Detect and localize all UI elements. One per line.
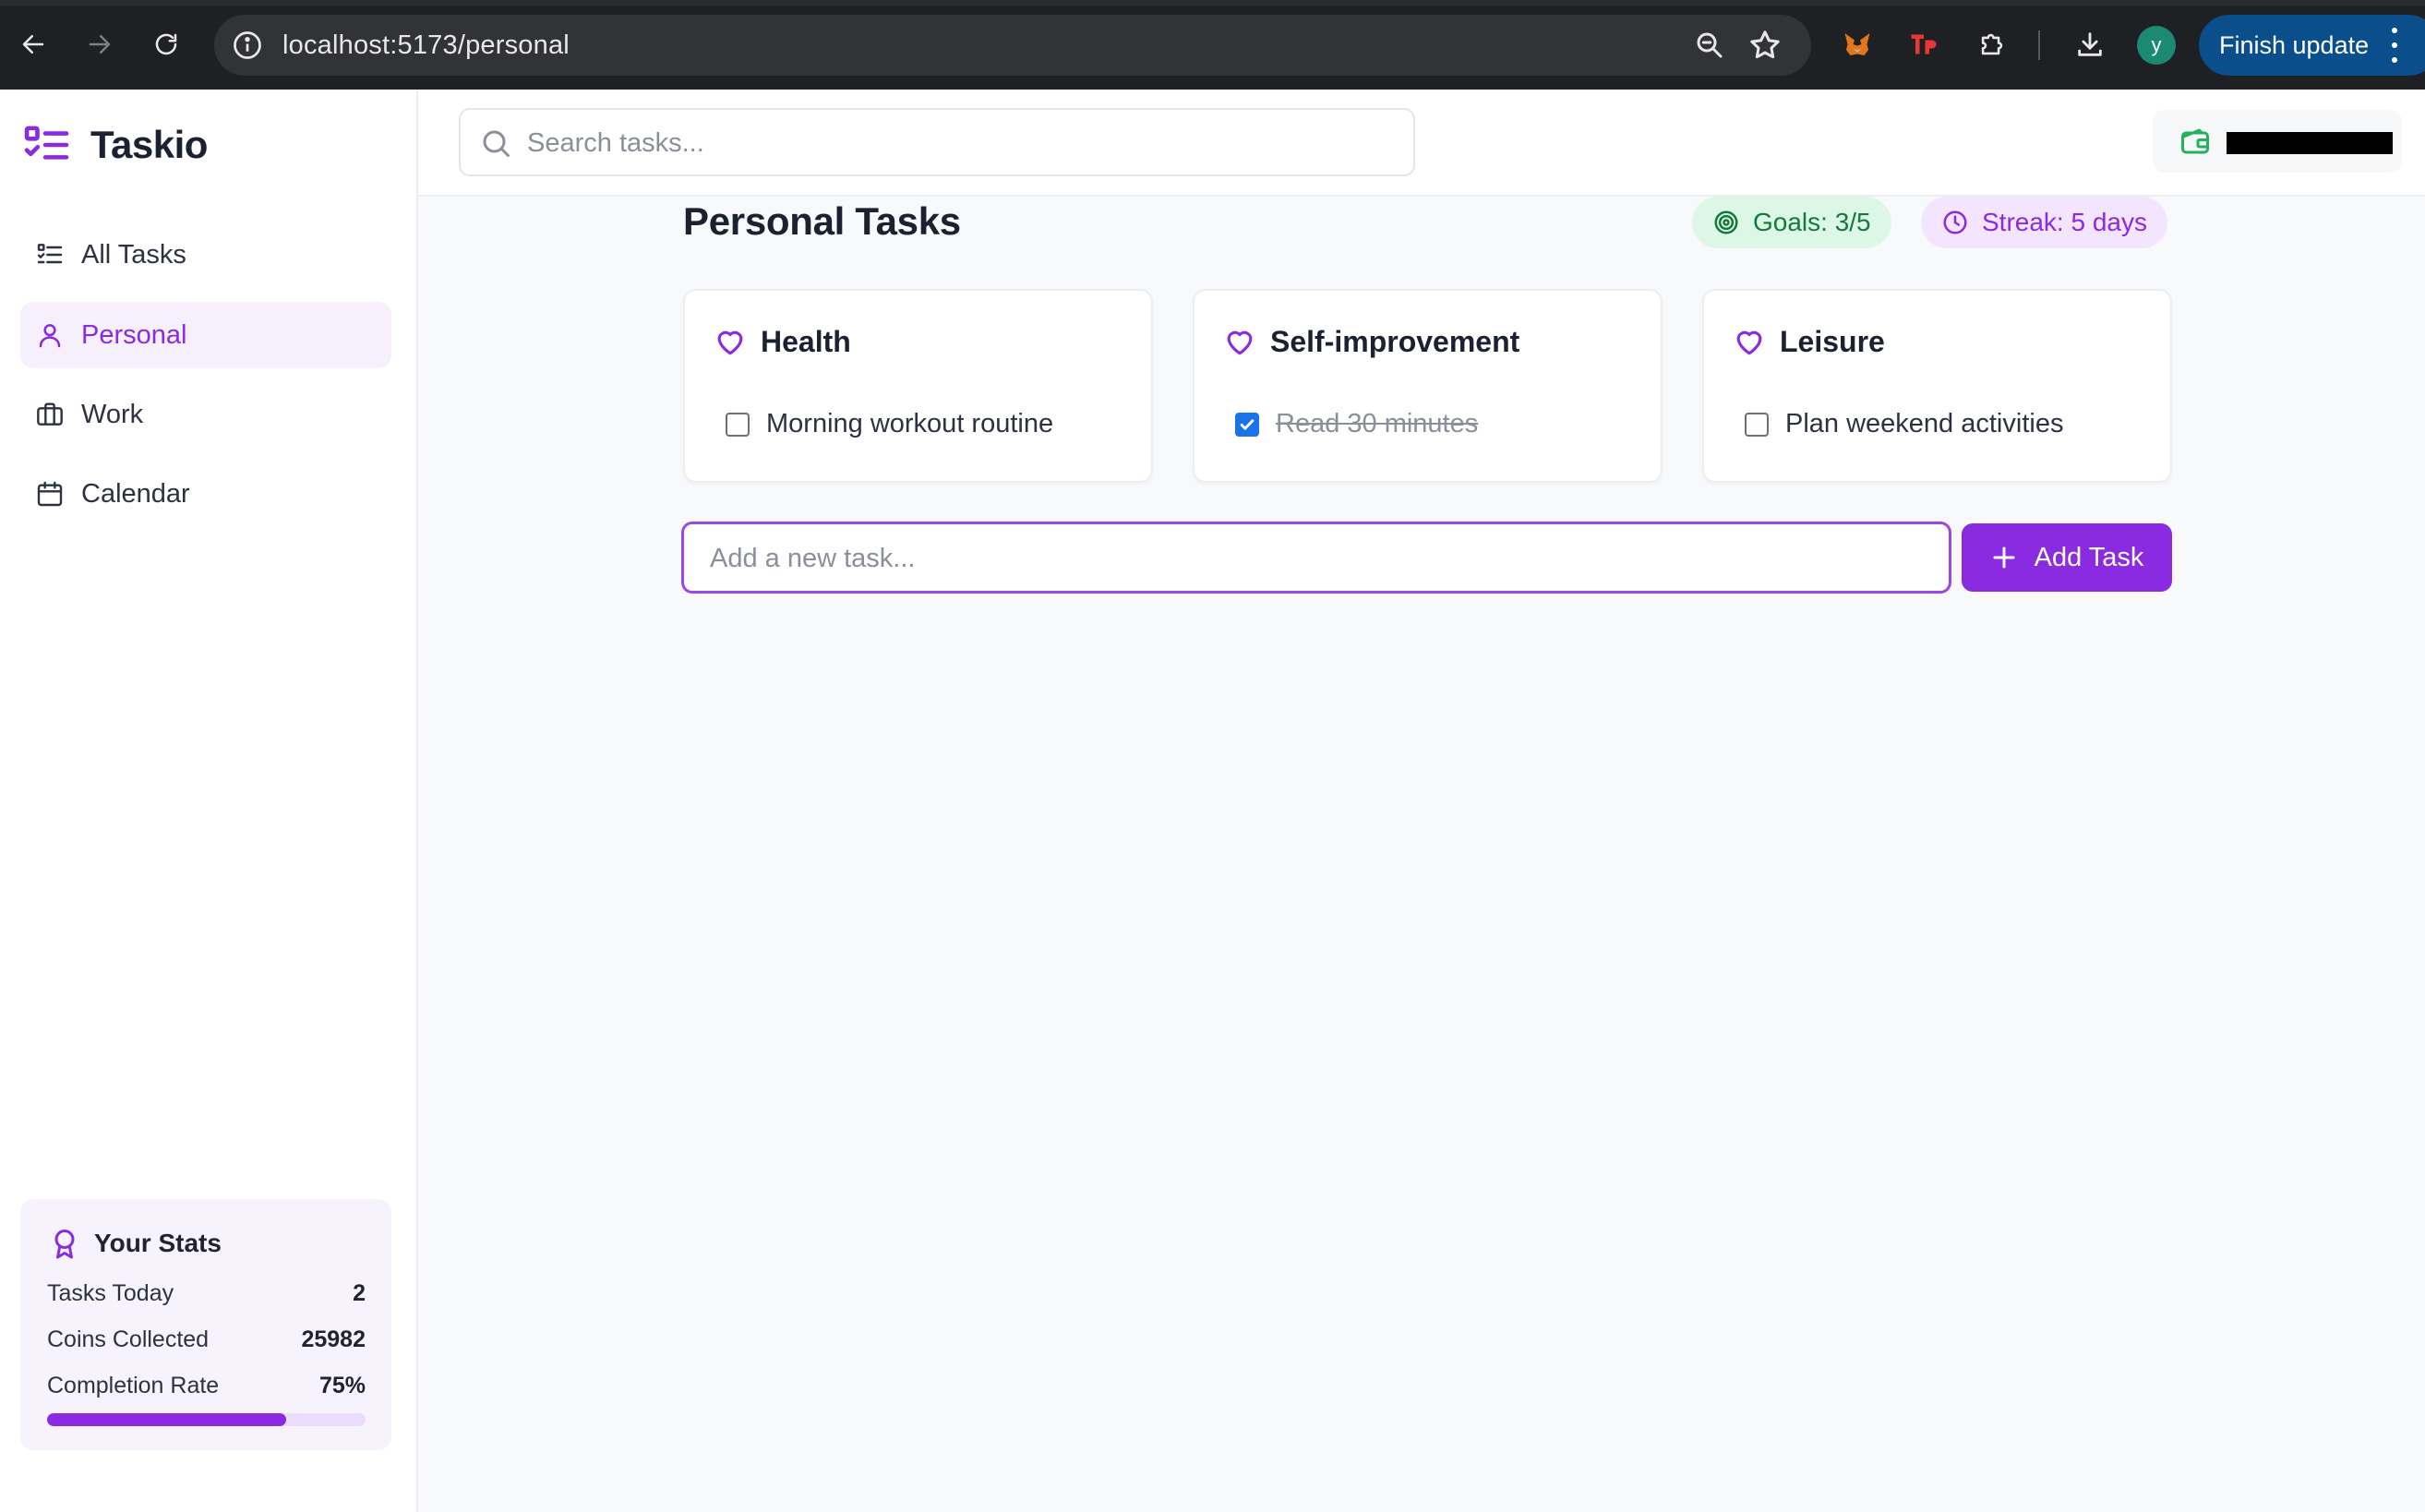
sidebar-item-label: Personal bbox=[81, 319, 187, 350]
zoom-icon[interactable] bbox=[1693, 29, 1726, 62]
search-icon bbox=[483, 130, 510, 157]
tab-strip-edge bbox=[0, 0, 2425, 6]
category-title-text: Health bbox=[761, 324, 851, 358]
checkmark-icon bbox=[1240, 418, 1255, 430]
heart-icon bbox=[717, 330, 743, 355]
add-task-button[interactable]: Add Task bbox=[1962, 523, 2172, 592]
stats-panel: Your Stats Tasks Today 2 Coins Collected… bbox=[20, 1199, 391, 1450]
download-icon bbox=[2078, 32, 2102, 56]
wallet-button[interactable] bbox=[2153, 110, 2402, 173]
sidebar-item-all-tasks[interactable]: All Tasks bbox=[20, 222, 391, 288]
completion-progress-bar bbox=[47, 1413, 366, 1426]
stat-value: 25982 bbox=[301, 1326, 366, 1352]
task-item: Morning workout routine bbox=[726, 409, 1053, 439]
user-icon bbox=[33, 318, 66, 352]
category-title-text: Self-improvement bbox=[1270, 324, 1520, 358]
completion-progress-fill bbox=[47, 1413, 286, 1426]
stat-label: Coins Collected bbox=[47, 1326, 210, 1352]
new-task-input[interactable] bbox=[710, 537, 1910, 580]
url-text[interactable]: localhost:5173/personal bbox=[282, 30, 570, 61]
stat-label: Tasks Today bbox=[47, 1280, 174, 1306]
finish-update-label: Finish update bbox=[2219, 30, 2370, 59]
task-item: Plan weekend activities bbox=[1745, 409, 2063, 439]
app-name: Taskio bbox=[90, 123, 208, 166]
app-logo[interactable]: Taskio bbox=[24, 123, 208, 167]
back-arrow-icon bbox=[22, 35, 44, 54]
category-title: Self-improvement bbox=[1222, 324, 1519, 359]
extensions-button[interactable] bbox=[1972, 24, 2012, 65]
new-task-field[interactable] bbox=[681, 522, 1951, 594]
task-label: Morning workout routine bbox=[766, 409, 1054, 438]
category-card-leisure: Leisure Plan weekend activities bbox=[1702, 289, 2172, 483]
category-title: Leisure bbox=[1732, 324, 1885, 359]
sidebar-item-calendar[interactable]: Calendar bbox=[20, 461, 391, 527]
sidebar-item-label: Work bbox=[81, 399, 144, 429]
redacted-wallet-address bbox=[2227, 132, 2393, 154]
task-checkbox-checked[interactable] bbox=[1235, 412, 1259, 437]
sidebar-item-personal[interactable]: Personal bbox=[20, 302, 391, 368]
streak-badge: Streak: 5 days bbox=[1921, 197, 2167, 248]
fox-icon bbox=[1844, 33, 1870, 55]
list-icon bbox=[33, 238, 66, 271]
page-title: Personal Tasks bbox=[683, 199, 961, 243]
task-checkbox[interactable] bbox=[726, 412, 750, 437]
category-title-text: Leisure bbox=[1780, 324, 1885, 358]
clock-icon bbox=[1943, 210, 1967, 234]
address-bar[interactable]: localhost:5173/personal bbox=[214, 15, 1811, 76]
plus-icon bbox=[1993, 546, 2015, 569]
task-label-completed: Read 30 minutes bbox=[1276, 409, 1479, 438]
checklist-logo-icon bbox=[24, 126, 69, 160]
search-box[interactable] bbox=[459, 108, 1415, 176]
top-header bbox=[418, 90, 2425, 197]
forward-arrow-icon bbox=[89, 35, 111, 54]
profile-avatar[interactable]: y bbox=[2137, 26, 2176, 65]
browser-toolbar: localhost:5173/personal y Finish update bbox=[0, 0, 2425, 90]
tp-logo-icon bbox=[1911, 34, 1937, 54]
reload-button[interactable] bbox=[146, 24, 186, 65]
category-card-self-improvement: Self-improvement Read 30 minutes bbox=[1193, 289, 1663, 483]
sidebar-item-work[interactable]: Work bbox=[20, 381, 391, 448]
stat-value: 75% bbox=[318, 1373, 366, 1398]
streak-text: Streak: 5 days bbox=[1982, 208, 2147, 236]
sidebar-item-label: Calendar bbox=[81, 478, 190, 509]
stat-label: Completion Rate bbox=[47, 1373, 220, 1398]
reload-icon bbox=[155, 33, 177, 55]
metamask-extension-button[interactable] bbox=[1837, 24, 1878, 65]
stats-title: Your Stats bbox=[94, 1229, 222, 1257]
category-card-health: Health Morning workout routine bbox=[683, 289, 1153, 483]
heart-icon bbox=[1736, 330, 1762, 355]
wallet-icon bbox=[2181, 128, 2209, 154]
sidebar: Taskio All Tasks Personal Work Calendar … bbox=[0, 90, 418, 1512]
search-input[interactable] bbox=[527, 121, 1395, 165]
stat-row-completion: Completion Rate 75% bbox=[47, 1373, 366, 1399]
bookmark-star-icon[interactable] bbox=[1747, 27, 1783, 64]
back-button[interactable] bbox=[13, 24, 54, 65]
award-icon bbox=[54, 1230, 75, 1259]
goals-text: Goals: 3/5 bbox=[1753, 208, 1871, 236]
tp-extension-button[interactable] bbox=[1903, 24, 1944, 65]
add-task-label: Add Task bbox=[2034, 542, 2144, 572]
stat-row-coins: Coins Collected 25982 bbox=[47, 1326, 366, 1353]
calendar-icon bbox=[33, 477, 66, 510]
puzzle-icon bbox=[1981, 33, 2003, 55]
downloads-button[interactable] bbox=[2070, 24, 2110, 65]
browser-menu-icon[interactable] bbox=[2389, 28, 2400, 63]
stat-row-tasks-today: Tasks Today 2 bbox=[47, 1280, 366, 1307]
target-icon bbox=[1714, 210, 1738, 234]
site-info-icon[interactable] bbox=[231, 29, 264, 62]
goals-badge: Goals: 3/5 bbox=[1692, 197, 1891, 248]
heart-icon bbox=[1227, 330, 1253, 355]
forward-button[interactable] bbox=[79, 24, 120, 65]
category-title: Health bbox=[713, 324, 851, 359]
stats-header: Your Stats bbox=[48, 1227, 222, 1260]
task-checkbox[interactable] bbox=[1745, 412, 1769, 437]
task-item: Read 30 minutes bbox=[1235, 409, 1478, 439]
toolbar-separator bbox=[2038, 30, 2040, 60]
task-label: Plan weekend activities bbox=[1785, 409, 2064, 438]
briefcase-icon bbox=[33, 398, 66, 431]
stat-value: 2 bbox=[353, 1280, 366, 1306]
sidebar-item-label: All Tasks bbox=[81, 239, 186, 270]
